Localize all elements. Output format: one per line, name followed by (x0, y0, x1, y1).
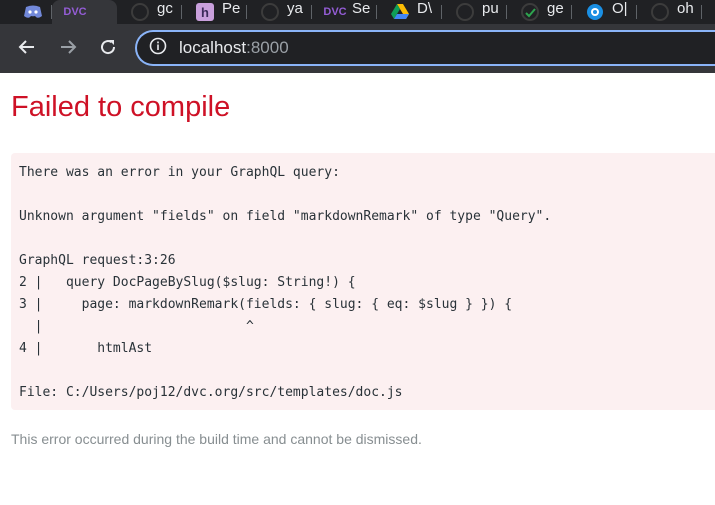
github-icon (131, 3, 149, 21)
tab-label: oh (677, 0, 694, 17)
github-icon (456, 3, 474, 21)
code-line: 4 | htmlAst (19, 341, 153, 356)
error-message: There was an error in your GraphQL query… (19, 162, 551, 404)
tab-github-3[interactable]: pu (442, 0, 507, 24)
browser-tab-strip: DVC gc h Pe ya DVC Se D\ pu ge O| oh (0, 0, 715, 24)
tab-github-check-1[interactable]: ge (507, 0, 572, 24)
tab-label: Pe (222, 0, 241, 17)
code-line: 2 | query DocPageBySlug($slug: String!) … (19, 275, 356, 290)
error-caret-line: | ^ (19, 319, 254, 334)
browser-toolbar: localhost:8000 (0, 24, 715, 73)
dvc-icon: DVC (63, 6, 87, 18)
tab-label: ya (287, 0, 303, 17)
tab-github-2[interactable]: ya (247, 0, 312, 24)
tab-heroku[interactable]: h Pe (182, 0, 247, 24)
github-check-icon (521, 3, 539, 21)
page-title: Failed to compile (11, 91, 231, 123)
forward-arrow-icon (58, 37, 78, 62)
tab-label: gc (157, 0, 173, 17)
dvc-icon: DVC (323, 6, 347, 18)
tab-label: O| (612, 0, 628, 17)
site-info-icon[interactable] (149, 37, 167, 60)
tab-github-1[interactable]: gc (117, 0, 182, 24)
discord-icon (24, 3, 42, 21)
error-overlay-box: There was an error in your GraphQL query… (11, 153, 715, 410)
back-arrow-icon (17, 37, 37, 62)
tab-discord[interactable] (0, 0, 52, 24)
error-line: Unknown argument "fields" on field "mark… (19, 209, 552, 224)
reload-button[interactable] (96, 37, 120, 61)
url-host: localhost (179, 38, 247, 57)
tab-circle-logo[interactable]: O| (572, 0, 637, 24)
heroku-icon: h (196, 3, 214, 21)
google-drive-icon (391, 3, 409, 21)
circle-logo-icon (586, 3, 604, 21)
build-error-note: This error occurred during the build tim… (11, 431, 422, 447)
tab-github-4[interactable]: oh (637, 0, 702, 24)
tab-dvc-active[interactable]: DVC (52, 0, 117, 24)
tab-label: Se (352, 0, 371, 17)
tab-label: D\ (417, 0, 432, 17)
error-line: GraphQL request:3:26 (19, 253, 176, 268)
error-file-path: File: C:/Users/poj12/dvc.org/src/templat… (19, 385, 403, 400)
back-button[interactable] (15, 37, 39, 61)
code-line: 3 | page: markdownRemark(fields: { slug:… (19, 297, 513, 312)
tab-dvc-2[interactable]: DVC Se (312, 0, 377, 24)
url-port: :8000 (246, 38, 289, 57)
address-bar[interactable]: localhost:8000 (135, 30, 715, 66)
tab-label: pu (482, 0, 499, 17)
tab-github-check-2[interactable] (702, 0, 715, 24)
forward-button[interactable] (56, 37, 80, 61)
error-line: There was an error in your GraphQL query… (19, 165, 340, 180)
github-icon (651, 3, 669, 21)
tab-label: ge (547, 0, 564, 17)
tab-google-drive[interactable]: D\ (377, 0, 442, 24)
reload-icon (98, 37, 118, 62)
github-icon (261, 3, 279, 21)
